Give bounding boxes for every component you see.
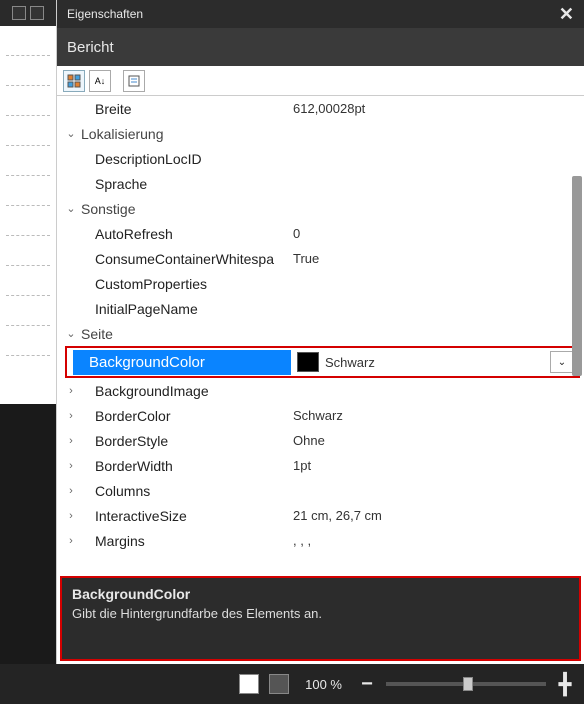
property-label: CustomProperties <box>79 276 289 292</box>
description-title: BackgroundColor <box>72 586 569 602</box>
property-row[interactable]: ›BackgroundImage <box>57 378 584 403</box>
property-row[interactable]: ConsumeContainerWhitespaTrue <box>57 246 584 271</box>
property-value[interactable]: 1pt <box>289 458 584 473</box>
property-label: BorderColor <box>79 408 289 424</box>
property-label: InteractiveSize <box>79 508 289 524</box>
property-row[interactable]: DescriptionLocID <box>57 146 584 171</box>
property-label: BorderStyle <box>79 433 289 449</box>
property-pages-button[interactable] <box>123 70 145 92</box>
property-row[interactable]: ›BorderWidth1pt <box>57 453 584 478</box>
vertical-scrollbar[interactable] <box>572 176 582 376</box>
selected-property-row[interactable]: BackgroundColor Schwarz ⌄ <box>65 346 580 378</box>
alphabetical-button[interactable]: A↓ <box>89 70 111 92</box>
property-row[interactable]: ›BorderStyleOhne <box>57 428 584 453</box>
property-row[interactable]: ›InteractiveSize21 cm, 26,7 cm <box>57 503 584 528</box>
expander-icon[interactable]: ⌄ <box>63 127 79 140</box>
property-row[interactable]: InitialPageName <box>57 296 584 321</box>
property-value[interactable]: Schwarz <box>289 408 584 423</box>
property-label: Columns <box>79 483 289 499</box>
expander-icon[interactable]: ⌄ <box>63 327 79 340</box>
close-icon[interactable]: ✕ <box>559 4 574 25</box>
property-row[interactable]: Breite612,00028pt <box>57 96 584 121</box>
color-swatch <box>297 352 319 372</box>
panel-titlebar: Eigenschaften ✕ <box>57 0 584 28</box>
dropdown-icon[interactable]: ⌄ <box>550 351 574 373</box>
property-label: BorderWidth <box>79 458 289 474</box>
selected-property-label: BackgroundColor <box>73 350 291 375</box>
property-value[interactable]: 21 cm, 26,7 cm <box>289 508 584 523</box>
zoom-slider[interactable] <box>386 682 546 686</box>
panel-title: Eigenschaften <box>67 7 143 21</box>
property-row[interactable]: CustomProperties <box>57 271 584 296</box>
expander-icon[interactable]: › <box>63 535 79 547</box>
zoom-out-button[interactable]: − <box>358 673 376 696</box>
expander-icon[interactable]: ⌄ <box>63 202 79 215</box>
category-row[interactable]: ⌄Seite <box>57 321 584 346</box>
property-value[interactable]: 0 <box>289 226 584 241</box>
property-label: ConsumeContainerWhitespa <box>79 251 289 267</box>
property-grid[interactable]: Breite612,00028pt⌄LokalisierungDescripti… <box>57 96 584 664</box>
property-label: Lokalisierung <box>79 126 289 142</box>
properties-toolbar: A↓ <box>57 66 584 96</box>
selected-object-header: Bericht <box>57 28 584 66</box>
ruler-icon <box>12 6 26 20</box>
footer-icon-2[interactable] <box>269 674 289 694</box>
category-row[interactable]: ⌄Sonstige <box>57 196 584 221</box>
expander-icon[interactable]: › <box>63 460 79 472</box>
status-footer: 100 % − ╋ <box>0 664 584 704</box>
zoom-in-button[interactable]: ╋ <box>556 672 574 697</box>
properties-panel: Eigenschaften ✕ Bericht A↓ Breite612,000… <box>57 0 584 664</box>
expander-icon[interactable]: › <box>63 510 79 522</box>
property-row[interactable]: ›Columns <box>57 478 584 503</box>
property-row[interactable]: Sprache <box>57 171 584 196</box>
ruler-icon-2 <box>30 6 44 20</box>
expander-icon[interactable]: › <box>63 385 79 397</box>
description-text: Gibt die Hintergrundfarbe des Elements a… <box>72 606 569 621</box>
design-surface-ruler <box>0 0 57 704</box>
expander-icon[interactable]: › <box>63 485 79 497</box>
property-label: DescriptionLocID <box>79 151 289 167</box>
footer-icon-1[interactable] <box>239 674 259 694</box>
property-row[interactable]: AutoRefresh0 <box>57 221 584 246</box>
property-value[interactable]: , , , <box>289 533 584 548</box>
property-label: Breite <box>79 101 289 117</box>
property-label: Sprache <box>79 176 289 192</box>
property-row[interactable]: ›Margins, , , <box>57 528 584 553</box>
selected-property-value[interactable]: Schwarz <box>325 355 550 370</box>
zoom-level-label: 100 % <box>305 677 342 692</box>
property-value[interactable]: 612,00028pt <box>289 101 584 116</box>
property-label: InitialPageName <box>79 301 289 317</box>
property-description-box: BackgroundColor Gibt die Hintergrundfarb… <box>60 576 581 661</box>
property-row[interactable]: ›BorderColorSchwarz <box>57 403 584 428</box>
property-label: Seite <box>79 326 289 342</box>
selected-object-name: Bericht <box>67 39 114 56</box>
expander-icon[interactable]: › <box>63 410 79 422</box>
property-label: AutoRefresh <box>79 226 289 242</box>
property-value[interactable]: True <box>289 251 584 266</box>
property-label: Sonstige <box>79 201 289 217</box>
property-label: Margins <box>79 533 289 549</box>
property-label: BackgroundImage <box>79 383 289 399</box>
categorized-button[interactable] <box>63 70 85 92</box>
category-row[interactable]: ⌄Lokalisierung <box>57 121 584 146</box>
property-value[interactable]: Ohne <box>289 433 584 448</box>
expander-icon[interactable]: › <box>63 435 79 447</box>
